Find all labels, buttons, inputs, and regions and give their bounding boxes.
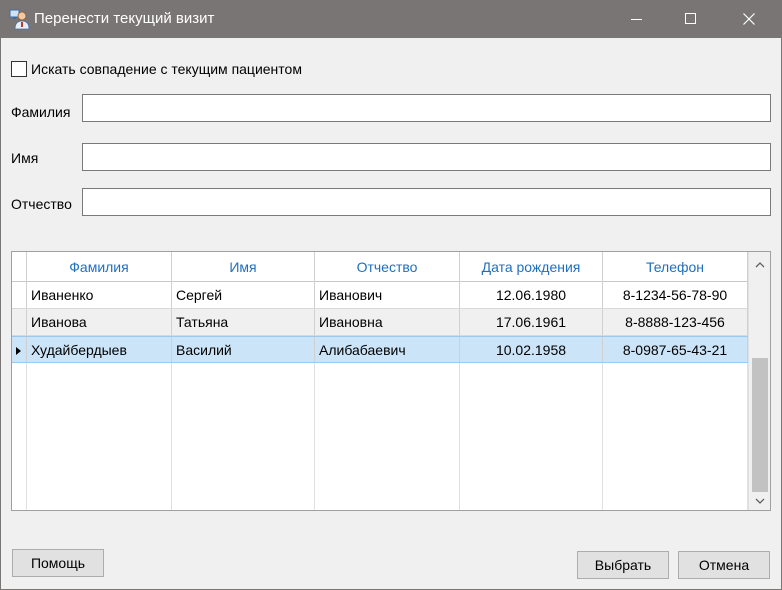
cell-phone[interactable]: 8-0987-65-43-21	[603, 337, 748, 362]
match-current-patient[interactable]: Искать совпадение с текущим пациентом	[11, 60, 302, 78]
cell-last-name[interactable]: Худайбердыев	[27, 337, 172, 362]
row-header[interactable]	[12, 309, 27, 335]
table-row[interactable]: Худайбердыев Василий Алибабаевич 10.02.1…	[12, 336, 748, 363]
first-name-label: Имя	[11, 150, 39, 166]
cell-birth-date[interactable]: 17.06.1961	[460, 309, 603, 335]
grid-corner	[12, 252, 27, 281]
table-row[interactable]: Иванова Татьяна Ивановна 17.06.1961 8-88…	[12, 309, 748, 336]
cell-middle-name[interactable]: Алибабаевич	[315, 337, 460, 362]
row-header[interactable]	[12, 337, 27, 362]
table-row[interactable]: Иваненко Сергей Иванович 12.06.1980 8-12…	[12, 282, 748, 309]
title-bar: Перенести текущий визит	[0, 0, 782, 38]
chevron-up-icon	[755, 255, 765, 271]
match-checkbox[interactable]	[11, 61, 27, 77]
app-icon	[9, 8, 31, 30]
column-header-first-name[interactable]: Имя	[172, 252, 315, 282]
cell-phone[interactable]: 8-8888-123-456	[603, 309, 748, 335]
maximize-icon	[685, 13, 697, 25]
close-button[interactable]	[726, 0, 772, 38]
cell-last-name[interactable]: Иваненко	[27, 282, 172, 308]
patients-grid[interactable]: Фамилия Имя Отчество Дата рождения Телеф…	[11, 251, 771, 511]
chevron-down-icon	[755, 491, 765, 507]
cell-birth-date[interactable]: 12.06.1980	[460, 282, 603, 308]
scroll-up-button[interactable]	[749, 254, 770, 272]
grid-empty-area	[12, 363, 748, 510]
last-name-input[interactable]	[82, 94, 771, 122]
maximize-button[interactable]	[668, 0, 714, 38]
cell-middle-name[interactable]: Иванович	[315, 282, 460, 308]
minimize-button[interactable]	[614, 0, 660, 38]
cancel-button[interactable]: Отмена	[678, 551, 770, 579]
window-title: Перенести текущий визит	[34, 10, 215, 27]
cell-birth-date[interactable]: 10.02.1958	[460, 337, 603, 362]
cell-phone[interactable]: 8-1234-56-78-90	[603, 282, 748, 308]
close-icon	[743, 13, 755, 25]
scroll-down-button[interactable]	[749, 490, 770, 508]
column-header-birth-date[interactable]: Дата рождения	[460, 252, 603, 282]
cell-last-name[interactable]: Иванова	[27, 309, 172, 335]
match-checkbox-label[interactable]: Искать совпадение с текущим пациентом	[31, 61, 302, 77]
minimize-icon	[631, 13, 643, 25]
cell-middle-name[interactable]: Ивановна	[315, 309, 460, 335]
column-header-phone[interactable]: Телефон	[603, 252, 748, 282]
grid-header: Фамилия Имя Отчество Дата рождения Телеф…	[12, 252, 748, 282]
vertical-scrollbar[interactable]	[748, 252, 770, 510]
scroll-thumb[interactable]	[752, 358, 768, 492]
help-button[interactable]: Помощь	[12, 549, 104, 577]
current-row-indicator-icon	[16, 342, 22, 358]
last-name-label: Фамилия	[11, 104, 71, 120]
first-name-input[interactable]	[82, 143, 771, 171]
cell-first-name[interactable]: Сергей	[172, 282, 315, 308]
column-header-last-name[interactable]: Фамилия	[27, 252, 172, 282]
cell-first-name[interactable]: Татьяна	[172, 309, 315, 335]
select-button[interactable]: Выбрать	[577, 551, 669, 579]
middle-name-label: Отчество	[11, 196, 72, 212]
column-header-middle-name[interactable]: Отчество	[315, 252, 460, 282]
row-header[interactable]	[12, 282, 27, 308]
middle-name-input[interactable]	[82, 188, 771, 216]
cell-first-name[interactable]: Василий	[172, 337, 315, 362]
